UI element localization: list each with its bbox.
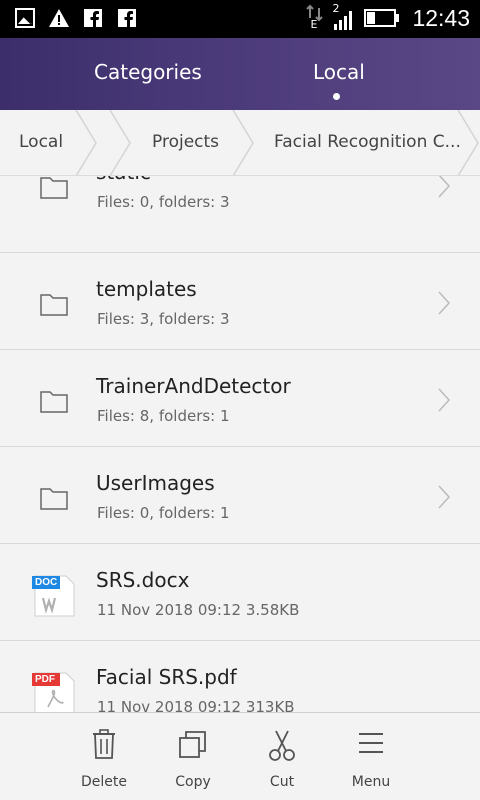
pdf-badge-label: PDF [35,674,55,685]
breadcrumb: Local Projects Facial Recognition C... [0,110,480,176]
breadcrumb-item-projects[interactable]: Projects [152,132,219,152]
copy-label: Copy [175,774,211,790]
list-item-folder[interactable]: templates Files: 3, folders: 3 [0,253,480,350]
signal-icon: 2 [332,2,356,32]
facebook-icon [82,7,104,29]
status-bar: E 2 12:43 [0,0,480,38]
item-name: templates [96,277,197,301]
breadcrumb-separator-icon [75,110,97,175]
bottom-action-bar: Delete Copy Cut Menu [0,712,480,800]
menu-button[interactable]: Menu [326,713,416,800]
delete-label: Delete [81,774,127,790]
item-detail: 11 Nov 2018 09:12 313KB [97,698,295,712]
list-item-folder[interactable]: UserImages Files: 0, folders: 1 [0,447,480,544]
pdf-document-icon: PDF [32,669,76,712]
trash-icon [59,729,149,761]
item-detail: Files: 0, folders: 1 [97,504,230,522]
facebook-icon [116,7,138,29]
list-item-folder[interactable]: static Files: 0, folders: 3 [0,176,480,253]
breadcrumb-separator-icon [109,110,131,175]
clock: 12:43 [412,4,470,31]
item-name: Facial SRS.pdf [96,665,237,689]
chevron-right-icon [438,291,451,315]
folder-icon [40,488,68,510]
data-arrows-icon: E [306,4,324,32]
item-detail: 11 Nov 2018 09:12 3.58KB [97,601,300,619]
network-type-label: E [310,18,318,31]
word-document-icon: DOC [32,572,76,618]
chevron-right-icon [438,388,451,412]
list-item-file[interactable]: SRS.docx 11 Nov 2018 09:12 3.58KB DOC [0,544,480,641]
cut-button[interactable]: Cut [237,713,327,800]
folder-icon [40,177,68,199]
folder-icon [40,294,68,316]
gallery-icon [14,7,36,29]
item-name: SRS.docx [96,568,190,592]
breadcrumb-separator-icon [232,110,254,175]
tab-local[interactable]: Local [313,60,365,84]
scissors-icon [237,729,327,761]
warning-icon [48,7,70,29]
folder-icon [40,391,68,413]
item-name: TrainerAndDetector [96,374,291,398]
menu-label: Menu [351,774,391,790]
tab-categories[interactable]: Categories [94,60,202,84]
chevron-right-icon [438,176,451,198]
breadcrumb-separator-icon [457,110,479,175]
item-name: static [96,176,151,184]
item-name: UserImages [96,471,215,495]
menu-icon [326,729,416,761]
copy-icon [148,729,238,761]
item-detail: Files: 3, folders: 3 [97,310,230,328]
item-detail: Files: 8, folders: 1 [97,407,230,425]
breadcrumb-item-local[interactable]: Local [19,132,63,152]
active-tab-indicator [333,93,340,100]
file-list: static Files: 0, folders: 3 templates Fi… [0,176,480,712]
list-item-folder[interactable]: TrainerAndDetector Files: 8, folders: 1 [0,350,480,447]
app-header: Categories Local [0,38,480,110]
chevron-right-icon [438,485,451,509]
delete-button[interactable]: Delete [59,713,149,800]
item-detail: Files: 0, folders: 3 [97,193,230,211]
cut-label: Cut [269,774,295,790]
doc-badge-label: DOC [35,577,58,588]
battery-icon [364,9,400,27]
breadcrumb-item-current[interactable]: Facial Recognition C... [274,132,461,152]
copy-button[interactable]: Copy [148,713,238,800]
list-item-file[interactable]: Facial SRS.pdf 11 Nov 2018 09:12 313KB P… [0,641,480,712]
